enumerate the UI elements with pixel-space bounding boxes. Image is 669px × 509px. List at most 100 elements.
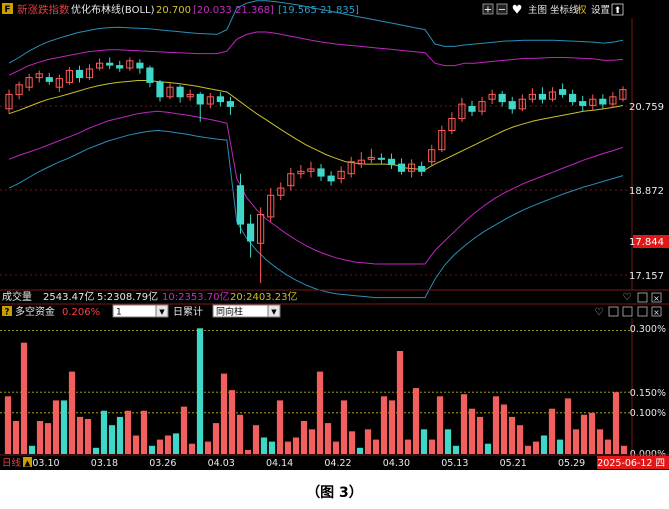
capital-flow-header: ? 多空资金 0.206% 1 ▼ 日累计 同向柱 ▼ ♡ × [2,304,662,318]
figure-caption: （图 3） [306,485,363,501]
capital-flow-bar [332,441,340,454]
capital-flow-bar [364,429,372,454]
capital-flow-bar [164,435,172,454]
sub-maximize-button[interactable] [637,306,648,317]
capital-flow-bar [28,445,36,454]
capital-flow-bar [68,371,76,454]
capital-flow-bar [188,443,196,454]
capital-flow-bar [12,421,20,454]
candle-body [226,101,235,107]
capital-flow-bar [612,392,620,454]
chevron-down-icon: ▼ [271,308,277,316]
capital-flow-bar [316,371,324,454]
boll-upper-line [8,31,624,76]
capital-flow-bar [300,421,308,454]
capital-flow-bar [380,396,388,454]
capital-flow-bar [132,435,140,454]
capital-flow-bar [108,425,116,454]
price-label-2: 18.872 [629,186,664,197]
candle-body [397,163,406,172]
capital-flow-bar [476,416,484,454]
candle-body [377,157,385,160]
volume-heart-icon[interactable]: ♡ [623,292,632,303]
plus-icon: + [484,5,492,16]
chevron-down-icon: ▼ [159,308,165,316]
candle-body [216,96,225,103]
capital-flow-bar [508,416,516,454]
capital-flow-bar [604,439,612,454]
candle-body [106,62,114,66]
capital-flow-bar [436,396,444,454]
candle-body [599,98,607,105]
capital-flow-bar [404,439,412,454]
volume-restore-button[interactable] [637,292,648,303]
capital-flow-bar [52,400,60,454]
capital-flow-bar [340,400,348,454]
capital-flow-title[interactable]: 多空资金 [15,305,55,318]
capital-flow-bar [444,429,452,454]
candle-body [136,62,144,69]
capital-flow-bar [580,414,588,454]
capital-flow-bar [76,416,84,454]
candle-body [247,223,255,242]
capital-flow-bar [196,328,204,454]
candle-body [196,93,204,105]
coordinate-line-button[interactable]: 坐标线 [550,4,579,16]
volume-total: 2543.47亿 [43,290,94,303]
date-label: 05.21 [500,458,527,469]
sub-axis-label-1: 0.300% [630,324,666,335]
capital-flow-bar [292,437,300,454]
capital-flow-bar [180,406,188,454]
capital-flow-bar [92,447,100,454]
volume-label[interactable]: 成交量 [2,290,32,303]
capital-flow-bar [596,429,604,454]
sub-restore-button[interactable] [608,306,619,317]
boll-outer-lower-line [8,129,624,299]
capital-flow-bar [356,447,364,454]
sub-minimize-button[interactable] [622,306,633,317]
candle-body [559,89,567,95]
indicator-name[interactable]: 优化布林线(BOLL) [71,3,155,16]
capital-flow-bar [284,441,292,454]
index-title[interactable]: 新涨跌指数 [17,3,70,16]
daily-cumulative-label: 日累计 [173,305,203,318]
main-chart-button[interactable]: 主图 [528,4,547,16]
price-label-4: 17.157 [629,271,664,282]
volume-ma20: 20:2403.23亿 [230,290,297,303]
heart-icon[interactable]: ♥ [512,3,523,17]
capital-flow-bar [148,445,156,454]
date-label: 03.26 [149,458,176,469]
volume-ma5: 5:2308.79亿 [97,290,158,303]
period-label[interactable]: 日线 [2,457,22,469]
capital-flow-bar [396,351,404,454]
sub-axis-label-3: 0.100% [630,408,666,419]
capital-flow-bar [516,425,524,454]
candle-body [579,101,587,106]
close-icon: × [653,308,660,317]
arrow-up-icon: ⬆ [614,6,622,16]
volume-header: 成交量 2543.47亿 5:2308.79亿 10:2353.70亿 20:2… [2,290,662,303]
date-label: 05.13 [441,458,468,469]
capital-flow-bar [140,410,148,454]
candle-body [327,175,335,182]
date-label: 03.18 [91,458,118,469]
date-label: 04.03 [208,458,235,469]
candle-body [569,93,577,103]
candle-body [317,168,325,177]
capital-flow-bar [412,388,420,454]
date-label: 05.29 [558,458,585,469]
capital-flow-bar [84,419,92,454]
capital-flow-bar [260,437,268,454]
capital-flow-bar [236,414,244,454]
close-icon: × [653,294,660,303]
capital-flow-bar [388,400,396,454]
capital-flow-bar [556,439,564,454]
sub-heart-icon[interactable]: ♡ [595,307,604,318]
date-labels: 03.10 03.18 03.26 04.03 04.14 04.22 04.30 05.13… [32,458,585,469]
capital-flow-bars [4,328,628,454]
settings-button[interactable]: 设置 [591,5,610,16]
mode-select-value: 同向柱 [216,306,243,318]
capital-flow-bar [156,439,164,454]
capital-flow-bar [452,445,460,454]
rights-adjust-button[interactable]: 权 [577,4,587,16]
